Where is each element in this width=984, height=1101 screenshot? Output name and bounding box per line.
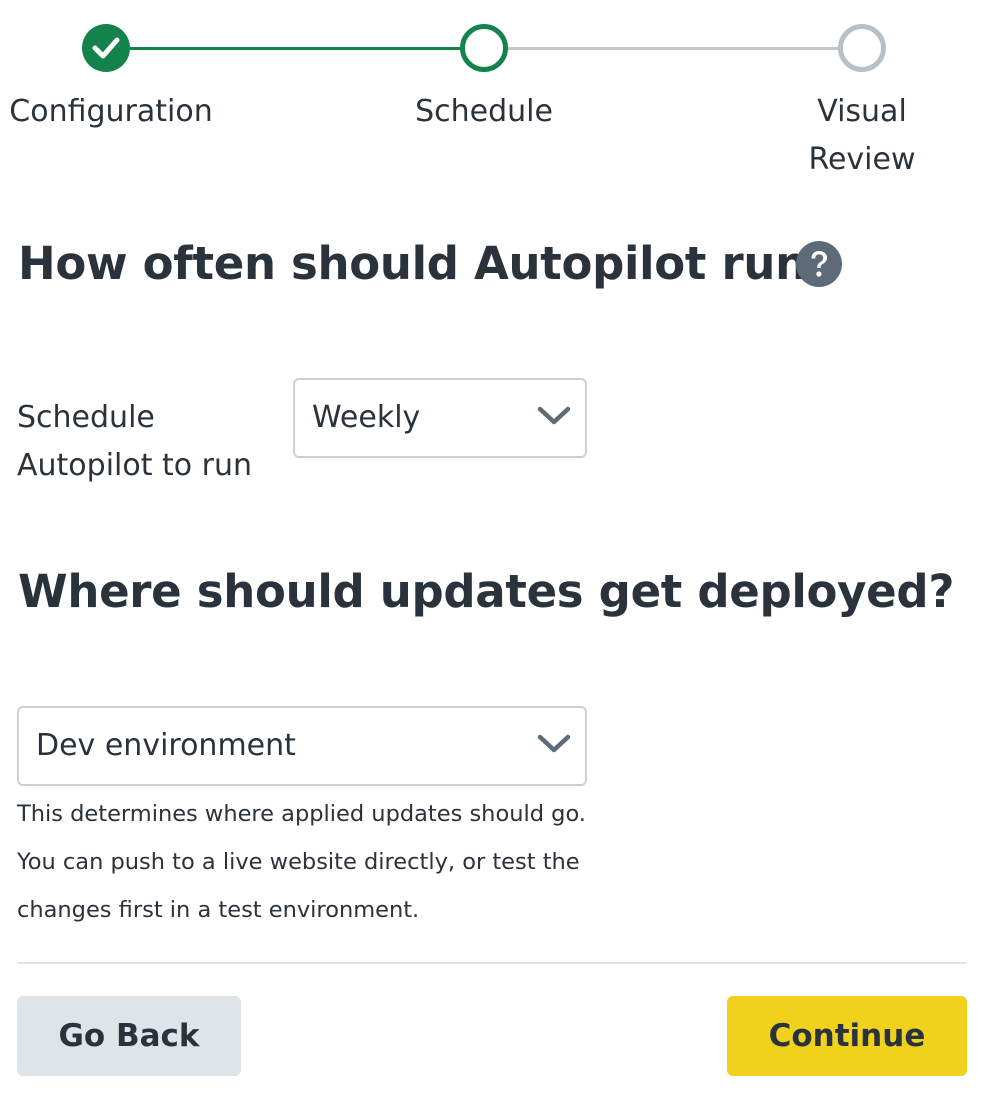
question-circle-icon[interactable] <box>796 241 842 287</box>
go-back-button[interactable]: Go Back <box>17 996 241 1076</box>
continue-button[interactable]: Continue <box>727 996 967 1076</box>
schedule-field-label: Schedule Autopilot to run <box>17 400 253 483</box>
step-label-configuration[interactable]: Configuration <box>6 88 216 136</box>
step-label-visual-review-line-2: Review <box>808 142 916 177</box>
stepper-connector-complete <box>106 47 484 50</box>
step-label-visual-review-line-1: Visual <box>817 94 907 129</box>
deploy-target-select[interactable]: Dev environment <box>17 706 587 786</box>
step-label-visual-review: Visual Review <box>792 88 932 184</box>
chevron-down-icon <box>537 406 571 425</box>
step-label-schedule: Schedule <box>415 94 553 129</box>
schedule-heading: How often should Autopilot run? <box>18 237 833 290</box>
stepper-connector-upcoming <box>484 47 862 50</box>
deploy-help-text: This determines where applied updates sh… <box>17 790 617 934</box>
deploy-target-value: Dev environment <box>36 728 296 763</box>
chevron-down-icon <box>537 734 571 753</box>
schedule-frequency-value: Weekly <box>312 400 421 435</box>
schedule-frequency-select[interactable]: Weekly <box>293 378 587 458</box>
deploy-help-line: You can push to a live website directly,… <box>17 849 580 875</box>
footer-divider <box>17 962 967 964</box>
step-schedule-current-indicator <box>460 24 508 72</box>
deploy-help-line: This determines where applied updates sh… <box>17 801 586 827</box>
step-visual-review-upcoming-indicator <box>838 24 886 72</box>
deploy-help-line: changes first in a test environment. <box>17 897 420 923</box>
checkmark-icon <box>92 37 120 59</box>
progress-stepper: Configuration Schedule Visual Review <box>0 0 984 190</box>
deploy-heading: Where should updates get deployed? <box>18 565 955 618</box>
step-configuration-complete-indicator[interactable] <box>82 24 130 72</box>
